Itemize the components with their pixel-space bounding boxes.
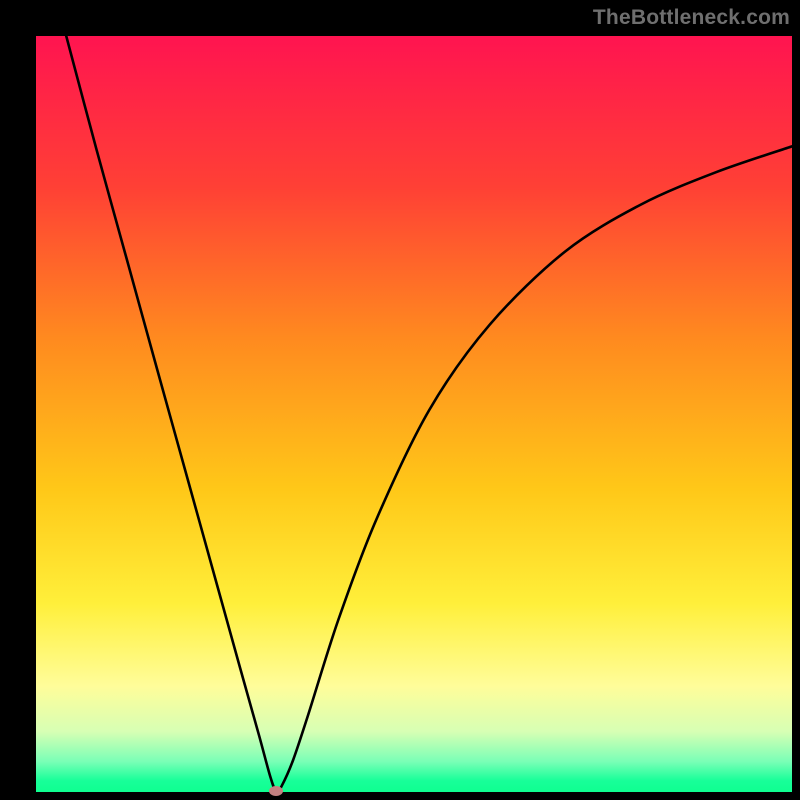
minimum-marker	[269, 786, 283, 796]
plot-area	[36, 36, 792, 792]
bottleneck-curve	[66, 36, 792, 792]
watermark-text: TheBottleneck.com	[593, 6, 790, 30]
chart-container: TheBottleneck.com	[0, 0, 800, 800]
curve-layer	[36, 36, 792, 792]
